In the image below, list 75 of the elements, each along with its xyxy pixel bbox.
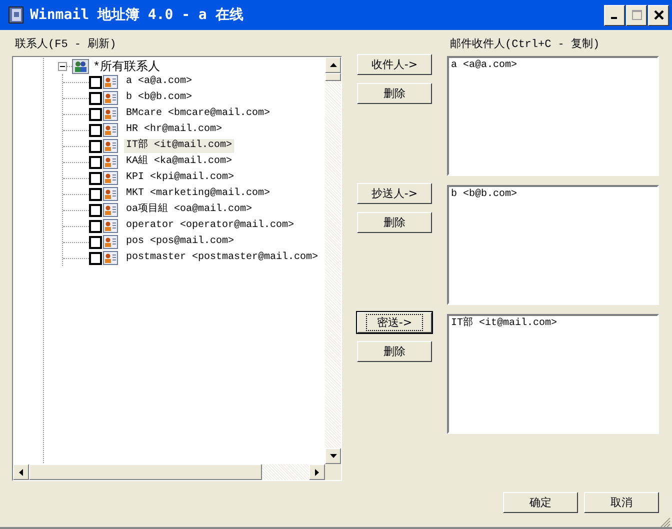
checkbox[interactable] bbox=[89, 204, 102, 216]
contact-item[interactable]: KA組 <ka@mail.com> bbox=[124, 155, 234, 169]
up-arrow-icon bbox=[330, 63, 336, 67]
minimize-button[interactable] bbox=[604, 4, 625, 26]
contact-item[interactable]: a <a@a.com> bbox=[124, 75, 194, 89]
recipient-list[interactable]: IT部 <it@mail.com> bbox=[447, 314, 659, 434]
scroll-down-button[interactable] bbox=[325, 448, 341, 464]
delete-button[interactable]: 删除 bbox=[357, 212, 432, 233]
contact-card-icon bbox=[103, 155, 118, 169]
contact-item[interactable]: MKT <marketing@mail.com> bbox=[124, 187, 272, 201]
scroll-up-button[interactable] bbox=[325, 57, 341, 73]
scroll-left-button[interactable] bbox=[13, 464, 29, 480]
contact-card-icon bbox=[103, 107, 118, 121]
contact-card-icon bbox=[103, 75, 118, 89]
ok-button[interactable]: 确定 bbox=[503, 492, 578, 513]
collapse-toggle[interactable] bbox=[58, 62, 67, 70]
scrollbar-thumb[interactable] bbox=[325, 73, 341, 81]
close-icon bbox=[654, 10, 664, 20]
delete-button[interactable]: 删除 bbox=[357, 83, 432, 104]
contact-item[interactable]: operator <operator@mail.com> bbox=[124, 219, 296, 233]
people-group-icon bbox=[72, 58, 89, 74]
contact-card-icon bbox=[103, 203, 118, 217]
right-arrow-icon bbox=[315, 468, 319, 476]
contact-item[interactable]: IT部 <it@mail.com> bbox=[124, 139, 234, 153]
contact-item[interactable]: postmaster <postmaster@mail.com> bbox=[124, 251, 320, 265]
recipient-entry[interactable]: b <b@b.com> bbox=[451, 188, 655, 201]
contact-card-icon bbox=[103, 123, 118, 137]
checkbox[interactable] bbox=[89, 252, 102, 264]
close-button[interactable] bbox=[648, 4, 669, 26]
contact-card-icon bbox=[103, 219, 118, 233]
contact-item[interactable]: pos <pos@mail.com> bbox=[124, 235, 236, 249]
left-arrow-icon bbox=[19, 468, 23, 476]
contact-card-icon bbox=[103, 235, 118, 249]
maximize-button[interactable] bbox=[626, 4, 647, 26]
contact-card-icon bbox=[103, 251, 118, 265]
minimize-icon bbox=[610, 17, 616, 19]
checkbox[interactable] bbox=[89, 140, 102, 152]
recipient-entry[interactable]: a <a@a.com> bbox=[451, 59, 655, 72]
recipient-list[interactable]: a <a@a.com> bbox=[447, 56, 659, 176]
scrollbar-thumb[interactable] bbox=[29, 464, 262, 480]
checkbox[interactable] bbox=[89, 156, 102, 168]
checkbox[interactable] bbox=[89, 220, 102, 232]
delete-button[interactable]: 删除 bbox=[357, 341, 432, 362]
contact-card-icon bbox=[103, 139, 118, 153]
checkbox[interactable] bbox=[89, 92, 102, 104]
add-recipient-button[interactable]: 抄送人-> bbox=[357, 183, 432, 204]
checkbox[interactable] bbox=[89, 76, 102, 88]
contact-item[interactable]: oa项目組 <oa@mail.com> bbox=[124, 203, 254, 217]
checkbox[interactable] bbox=[89, 188, 102, 200]
tree-node[interactable]: *所有联系人 bbox=[93, 58, 160, 74]
checkbox[interactable] bbox=[89, 108, 102, 120]
scroll-right-button[interactable] bbox=[309, 464, 325, 480]
recipient-entry[interactable]: IT部 <it@mail.com> bbox=[451, 317, 655, 330]
contact-item[interactable]: b <b@b.com> bbox=[124, 91, 194, 105]
checkbox[interactable] bbox=[89, 236, 102, 248]
maximize-icon bbox=[630, 9, 642, 21]
recipient-list[interactable]: b <b@b.com> bbox=[447, 185, 659, 305]
resize-grip-icon bbox=[659, 516, 671, 528]
recipients-label: 邮件收件人(Ctrl+C - 复制) bbox=[449, 37, 601, 53]
cancel-button[interactable]: 取消 bbox=[584, 492, 659, 513]
book-icon bbox=[8, 6, 24, 24]
scrollbar-corner bbox=[325, 464, 341, 480]
window-title: Winmail 地址簿 4.0 - a 在线 bbox=[30, 6, 244, 24]
contact-card-icon bbox=[103, 187, 118, 201]
checkbox[interactable] bbox=[89, 124, 102, 136]
checkbox[interactable] bbox=[89, 172, 102, 184]
down-arrow-icon bbox=[330, 454, 336, 458]
contact-card-icon bbox=[103, 171, 118, 185]
contact-item[interactable]: HR <hr@mail.com> bbox=[124, 123, 224, 137]
add-recipient-button[interactable]: 收件人-> bbox=[357, 54, 432, 75]
contacts-label: 联系人(F5 - 刷新) bbox=[14, 37, 118, 53]
contact-item[interactable]: BMcare <bmcare@mail.com> bbox=[124, 107, 272, 121]
add-recipient-button[interactable]: 密送-> bbox=[357, 312, 432, 333]
contact-card-icon bbox=[103, 91, 118, 105]
contact-item[interactable]: KPI <kpi@mail.com> bbox=[124, 171, 236, 185]
